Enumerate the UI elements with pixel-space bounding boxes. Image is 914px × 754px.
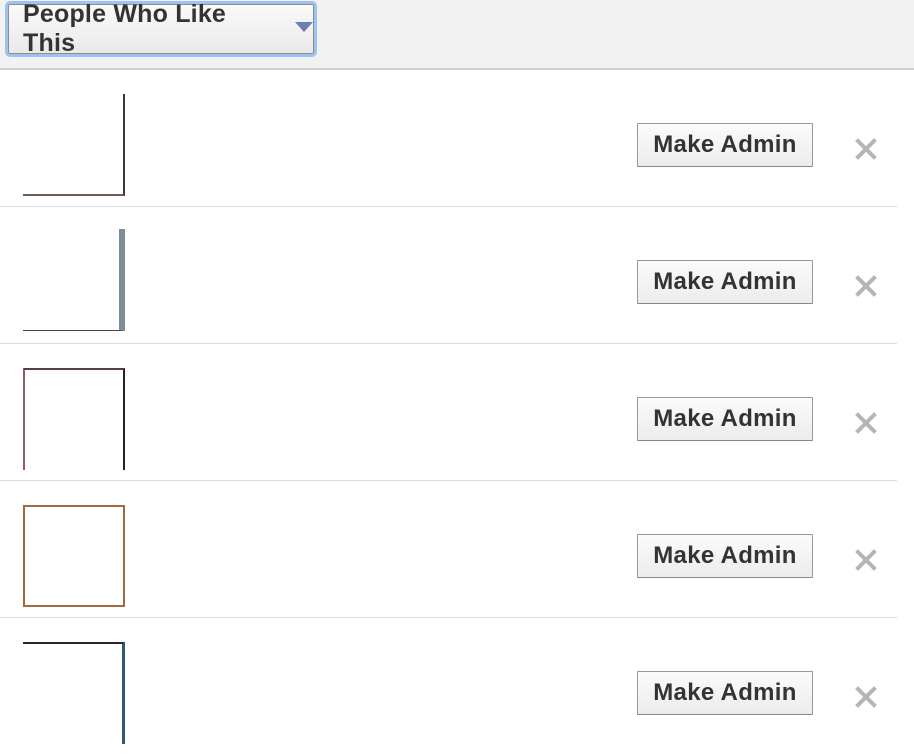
avatar[interactable] — [23, 94, 125, 196]
make-admin-button[interactable]: Make Admin — [637, 397, 813, 441]
avatar[interactable] — [23, 229, 125, 331]
person-name[interactable] — [145, 269, 275, 297]
close-icon[interactable] — [853, 273, 879, 299]
avatar[interactable] — [23, 642, 125, 744]
people-filter-dropdown[interactable]: People Who Like This — [5, 0, 317, 57]
filter-toolbar: People Who Like This — [0, 0, 914, 70]
triangle-down-icon — [295, 22, 313, 32]
close-icon[interactable] — [853, 684, 879, 710]
close-icon[interactable] — [853, 136, 879, 162]
make-admin-button[interactable]: Make Admin — [637, 260, 813, 304]
list-item: Make Admin — [0, 481, 897, 618]
make-admin-button[interactable]: Make Admin — [637, 123, 813, 167]
close-icon[interactable] — [853, 547, 879, 573]
list-item: Make Admin — [0, 207, 897, 344]
list-item: Make Admin — [0, 344, 897, 481]
people-filter-label: People Who Like This — [23, 0, 227, 57]
close-icon[interactable] — [853, 410, 879, 436]
person-name[interactable] — [145, 132, 275, 160]
person-name[interactable] — [145, 680, 275, 708]
list-item: Make Admin — [0, 618, 897, 754]
list-item: Make Admin — [0, 70, 897, 207]
avatar[interactable] — [23, 505, 125, 607]
avatar[interactable] — [23, 368, 125, 470]
make-admin-button[interactable]: Make Admin — [637, 534, 813, 578]
people-list: Make Admin Make Admin Make Admin Make Ad… — [0, 70, 914, 754]
person-name[interactable] — [145, 406, 275, 434]
person-name[interactable] — [145, 543, 275, 571]
make-admin-button[interactable]: Make Admin — [637, 671, 813, 715]
